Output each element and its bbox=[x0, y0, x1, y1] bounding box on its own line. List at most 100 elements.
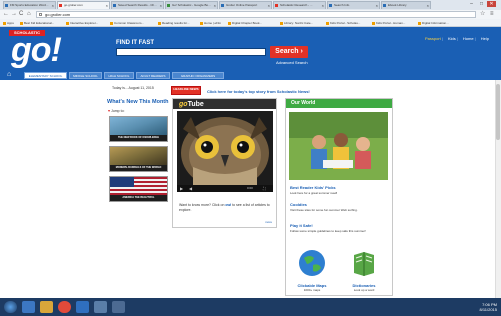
volume-icon[interactable]: ◀ bbox=[189, 186, 192, 191]
top-links: Passport| Kids| Home| Help bbox=[425, 36, 489, 41]
favicon-icon bbox=[221, 4, 224, 7]
our-world-header: Our World bbox=[286, 99, 392, 108]
cooldies-link[interactable]: Cooldies bbox=[290, 202, 307, 207]
fullscreen-icon[interactable]: ⛶ bbox=[263, 186, 266, 191]
folder-icon[interactable] bbox=[40, 301, 53, 313]
close-tab-icon[interactable]: × bbox=[322, 2, 324, 9]
forward-icon[interactable]: → bbox=[11, 11, 17, 18]
browser-tab[interactable]: FM Sports Education Word... × bbox=[3, 1, 56, 9]
headline-news-badge[interactable]: HEADLINE NEWS bbox=[171, 86, 201, 95]
app-icon[interactable] bbox=[94, 301, 107, 313]
passport-link[interactable]: Passport bbox=[425, 36, 441, 41]
word-icon[interactable] bbox=[76, 301, 89, 313]
bookmark-item[interactable]: Interactive Explorer... bbox=[66, 20, 98, 26]
gotube-panel: goTube ▶ ◀ 0:00 ⛶ Want to know more? Cli… bbox=[172, 98, 277, 228]
bookmark-item[interactable]: Reading results for... bbox=[158, 20, 190, 26]
help-link[interactable]: Help bbox=[481, 36, 489, 41]
thumbnail-image bbox=[110, 147, 167, 165]
favicon-icon bbox=[329, 4, 332, 7]
thumbnail-link[interactable]: THE NEW BOOK OF KNOWLEDGE bbox=[109, 116, 168, 142]
search-button[interactable]: Search › bbox=[270, 46, 308, 58]
dictionary-icon bbox=[354, 252, 374, 276]
tab-middle-school[interactable]: MIDDLE SCHOOL bbox=[69, 72, 102, 79]
close-tab-icon[interactable]: × bbox=[52, 2, 54, 9]
home-link[interactable]: Home bbox=[463, 36, 474, 41]
back-icon[interactable]: ← bbox=[3, 11, 9, 18]
browser-tab[interactable]: Grolier Online Passport × bbox=[219, 1, 272, 9]
browser-tab[interactable]: Search Info × bbox=[327, 1, 380, 9]
owl-video[interactable] bbox=[177, 111, 273, 185]
close-tab-icon[interactable]: × bbox=[427, 2, 429, 9]
start-button-icon[interactable] bbox=[4, 301, 17, 313]
dictionaries-link[interactable]: Dictionaries Look up a word bbox=[344, 249, 384, 292]
tab-graphic-organizers[interactable]: GRAPHIC ORGANIZERS bbox=[172, 72, 224, 79]
browser-tab[interactable]: Saved Search Results - Ch... × bbox=[111, 1, 164, 9]
video-description: Want to know more? Click on owl to see a… bbox=[179, 203, 270, 212]
today-date: Today is... August 11, 2015 bbox=[112, 86, 154, 90]
thumbnail-link[interactable]: AMERICA THE BEAUTIFUL bbox=[109, 176, 168, 202]
maximize-icon[interactable]: □ bbox=[477, 1, 486, 7]
play-safe-desc: Follow some simple guidelines to keep sa… bbox=[290, 229, 366, 233]
headline-news-link[interactable]: Click here for today's top story from Sc… bbox=[207, 89, 310, 94]
close-tab-icon[interactable]: × bbox=[376, 2, 378, 9]
address-bar-row: ← → C ⌂ go.grolier.com ☆ ≡ bbox=[0, 10, 501, 19]
browser-tab[interactable]: Scholastic Research - ... × bbox=[273, 1, 326, 9]
close-tab-icon[interactable]: × bbox=[160, 2, 162, 9]
browser-tab[interactable]: Ebook Library × bbox=[381, 1, 431, 9]
kids-link[interactable]: Kids bbox=[448, 36, 456, 41]
bookmark-star-icon[interactable]: ☆ bbox=[480, 11, 485, 18]
tab-adult-readers[interactable]: ADULT READERS bbox=[136, 72, 170, 79]
chrome-icon[interactable] bbox=[58, 301, 71, 313]
minimize-icon[interactable]: – bbox=[467, 1, 476, 7]
app-icon[interactable] bbox=[112, 301, 125, 313]
menu-icon[interactable]: ≡ bbox=[490, 11, 494, 18]
page-info-icon bbox=[39, 13, 42, 16]
thumbnail-image bbox=[110, 177, 167, 195]
close-window-icon[interactable]: ✕ bbox=[487, 1, 496, 7]
home-icon[interactable]: ⌂ bbox=[27, 11, 31, 18]
thumbnail-image bbox=[110, 117, 167, 135]
globe-icon bbox=[299, 250, 325, 276]
tab-elementary-school[interactable]: ELEMENTARY SCHOOL bbox=[24, 72, 67, 79]
ie-icon[interactable] bbox=[22, 301, 35, 313]
url-input[interactable]: go.grolier.com bbox=[36, 11, 476, 18]
bookmark-item[interactable]: Home | eFlm bbox=[200, 20, 221, 26]
kids-reading-image bbox=[289, 112, 388, 180]
clickable-maps-sub: 1000+ maps bbox=[303, 288, 321, 292]
home-icon[interactable]: ⌂ bbox=[7, 71, 15, 78]
kids-picks-desc: Look here for a great summer read! bbox=[290, 191, 338, 195]
bookmark-item[interactable]: Kids Portal - Scholas... bbox=[326, 20, 360, 26]
heart-icon: ♥ bbox=[108, 109, 111, 113]
kids-picks-link[interactable]: Best Reader Kids' Picks bbox=[290, 185, 336, 190]
close-tab-icon[interactable]: × bbox=[106, 2, 108, 9]
thumbnail-link[interactable]: MODERN JOURNALS OF THE WORLD bbox=[109, 146, 168, 172]
video-controls: ▶ ◀ 0:00 ⛶ bbox=[177, 185, 273, 192]
bookmark-item[interactable]: Digital Chapter Book... bbox=[228, 20, 262, 26]
bookmark-item[interactable]: Apps bbox=[3, 20, 14, 26]
system-tray[interactable]: 7:06 PM 8/11/2015 bbox=[480, 302, 498, 312]
browser-tab[interactable]: Go! Scholastic - Google Bo... × bbox=[165, 1, 218, 9]
browser-tab-active[interactable]: go.grolier.com × bbox=[57, 1, 110, 9]
gotube-header: goTube bbox=[173, 99, 276, 109]
close-tab-icon[interactable]: × bbox=[268, 2, 270, 9]
bookmark-item[interactable]: Kids Portal - Human... bbox=[372, 20, 405, 26]
bookmark-item[interactable]: Library: Nonfic Cate... bbox=[280, 20, 313, 26]
close-tab-icon[interactable]: × bbox=[214, 2, 216, 9]
tab-high-school[interactable]: HIGH SCHOOL bbox=[104, 72, 134, 79]
clickable-maps-link[interactable]: Clickable Maps 1000+ maps bbox=[292, 249, 332, 292]
reload-icon[interactable]: C bbox=[19, 11, 23, 18]
play-safe-link[interactable]: Play it Safe! bbox=[290, 223, 313, 228]
go-logo[interactable]: SCHOLASTIC go! bbox=[5, 30, 71, 67]
bookmark-item[interactable]: Common Classroom... bbox=[110, 20, 144, 26]
advanced-search-link[interactable]: Advanced Search bbox=[276, 60, 308, 65]
kids-reading-photo[interactable] bbox=[289, 112, 388, 180]
owl-link[interactable]: owl bbox=[225, 203, 231, 207]
play-icon[interactable]: ▶ bbox=[180, 186, 183, 191]
bookmark-item[interactable]: Best Kid Educational... bbox=[20, 20, 54, 26]
search-input[interactable] bbox=[116, 48, 266, 56]
bookmark-item[interactable]: Digital Information... bbox=[418, 20, 449, 26]
favicon-icon bbox=[383, 4, 386, 7]
scrollbar-thumb[interactable] bbox=[496, 84, 500, 140]
favicon-icon bbox=[59, 4, 62, 7]
more-link[interactable]: more bbox=[265, 220, 272, 224]
